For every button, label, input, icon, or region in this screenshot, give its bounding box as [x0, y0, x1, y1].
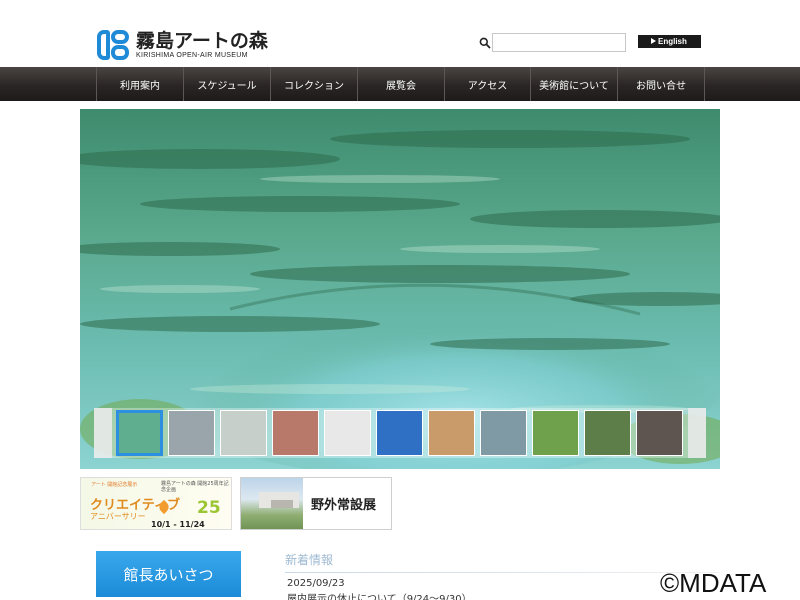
- thumbnail-garden-art[interactable]: [532, 410, 579, 456]
- nav-item[interactable]: 利用案内: [97, 67, 184, 101]
- director-greeting-label: 館長あいさつ: [123, 565, 214, 584]
- thumbnail-next-button[interactable]: [688, 408, 706, 458]
- search-icon[interactable]: [479, 37, 491, 49]
- nav-item[interactable]: スケジュール: [184, 67, 271, 101]
- nav-item[interactable]: コレクション: [271, 67, 358, 101]
- banner-small-right: 霧島アートの森 開館25周年記念企画: [161, 481, 229, 493]
- nav-item[interactable]: 美術館について: [531, 67, 618, 101]
- nav-item[interactable]: お問い合せ: [618, 67, 705, 101]
- thumbnail-figures[interactable]: [168, 410, 215, 456]
- thumbnail-installation[interactable]: [220, 410, 267, 456]
- outdoor-banner-label: 野外常設展: [311, 498, 377, 513]
- thumbnail-prev-button[interactable]: [94, 408, 112, 458]
- watermark: ©MDATA: [660, 568, 767, 598]
- thumbnail-forest-door[interactable]: [584, 410, 631, 456]
- news-date: 2025/09/23: [287, 578, 345, 589]
- thumbnail-blue-disc[interactable]: [376, 410, 423, 456]
- anniversary-banner[interactable]: アート 開館記念展示 霧島アートの森 開館25周年記念企画 クリエイティブ アニ…: [80, 477, 232, 530]
- site-logo[interactable]: 霧島アートの森 KIRISHIMA OPEN-AIR MUSEUM: [97, 30, 268, 60]
- banner-subtitle: アニバーサリー: [90, 512, 146, 521]
- nav-item[interactable]: 展覧会: [358, 67, 445, 101]
- outdoor-photo: [241, 478, 303, 529]
- thumbnail-face[interactable]: [428, 410, 475, 456]
- news-heading: 新着情報: [285, 553, 334, 567]
- thumbnail-water[interactable]: [116, 410, 163, 456]
- thumbnail-statue[interactable]: [480, 410, 527, 456]
- english-button-label: English: [658, 37, 687, 46]
- banner-small-left: アート 開館記念展示: [91, 482, 138, 488]
- play-arrow-icon: [651, 38, 656, 44]
- logo-text: 霧島アートの森 KIRISHIMA OPEN-AIR MUSEUM: [136, 31, 268, 60]
- thumbnail-dark-building[interactable]: [636, 410, 683, 456]
- outdoor-exhibit-banner[interactable]: 野外常設展: [240, 477, 392, 530]
- main-nav: 利用案内 スケジュール コレクション 展覧会 アクセス 美術館について お問い合せ: [0, 67, 800, 101]
- news-divider: [285, 572, 720, 573]
- thumbnail-drawing[interactable]: [324, 410, 371, 456]
- nav-item[interactable]: アクセス: [445, 67, 531, 101]
- director-greeting-button[interactable]: 館長あいさつ: [96, 551, 241, 597]
- logo-subtitle: KIRISHIMA OPEN-AIR MUSEUM: [136, 51, 248, 59]
- logo-title: 霧島アートの森: [136, 29, 268, 52]
- thumbnail-sculpture-red[interactable]: [272, 410, 319, 456]
- search-input[interactable]: [492, 33, 626, 52]
- banner-number: 25: [197, 498, 221, 518]
- site-header: 霧島アートの森 KIRISHIMA OPEN-AIR MUSEUM Englis…: [0, 0, 800, 67]
- english-button[interactable]: English: [638, 35, 701, 48]
- banner-dates: 10/1 - 11/24: [151, 520, 205, 529]
- main-nav-items: 利用案内 スケジュール コレクション 展覧会 アクセス 美術館について お問い合せ: [96, 67, 705, 101]
- news-item-link[interactable]: 屋内展示の休止について（9/24〜9/30）: [287, 590, 472, 600]
- logo-mark-icon: [97, 30, 131, 60]
